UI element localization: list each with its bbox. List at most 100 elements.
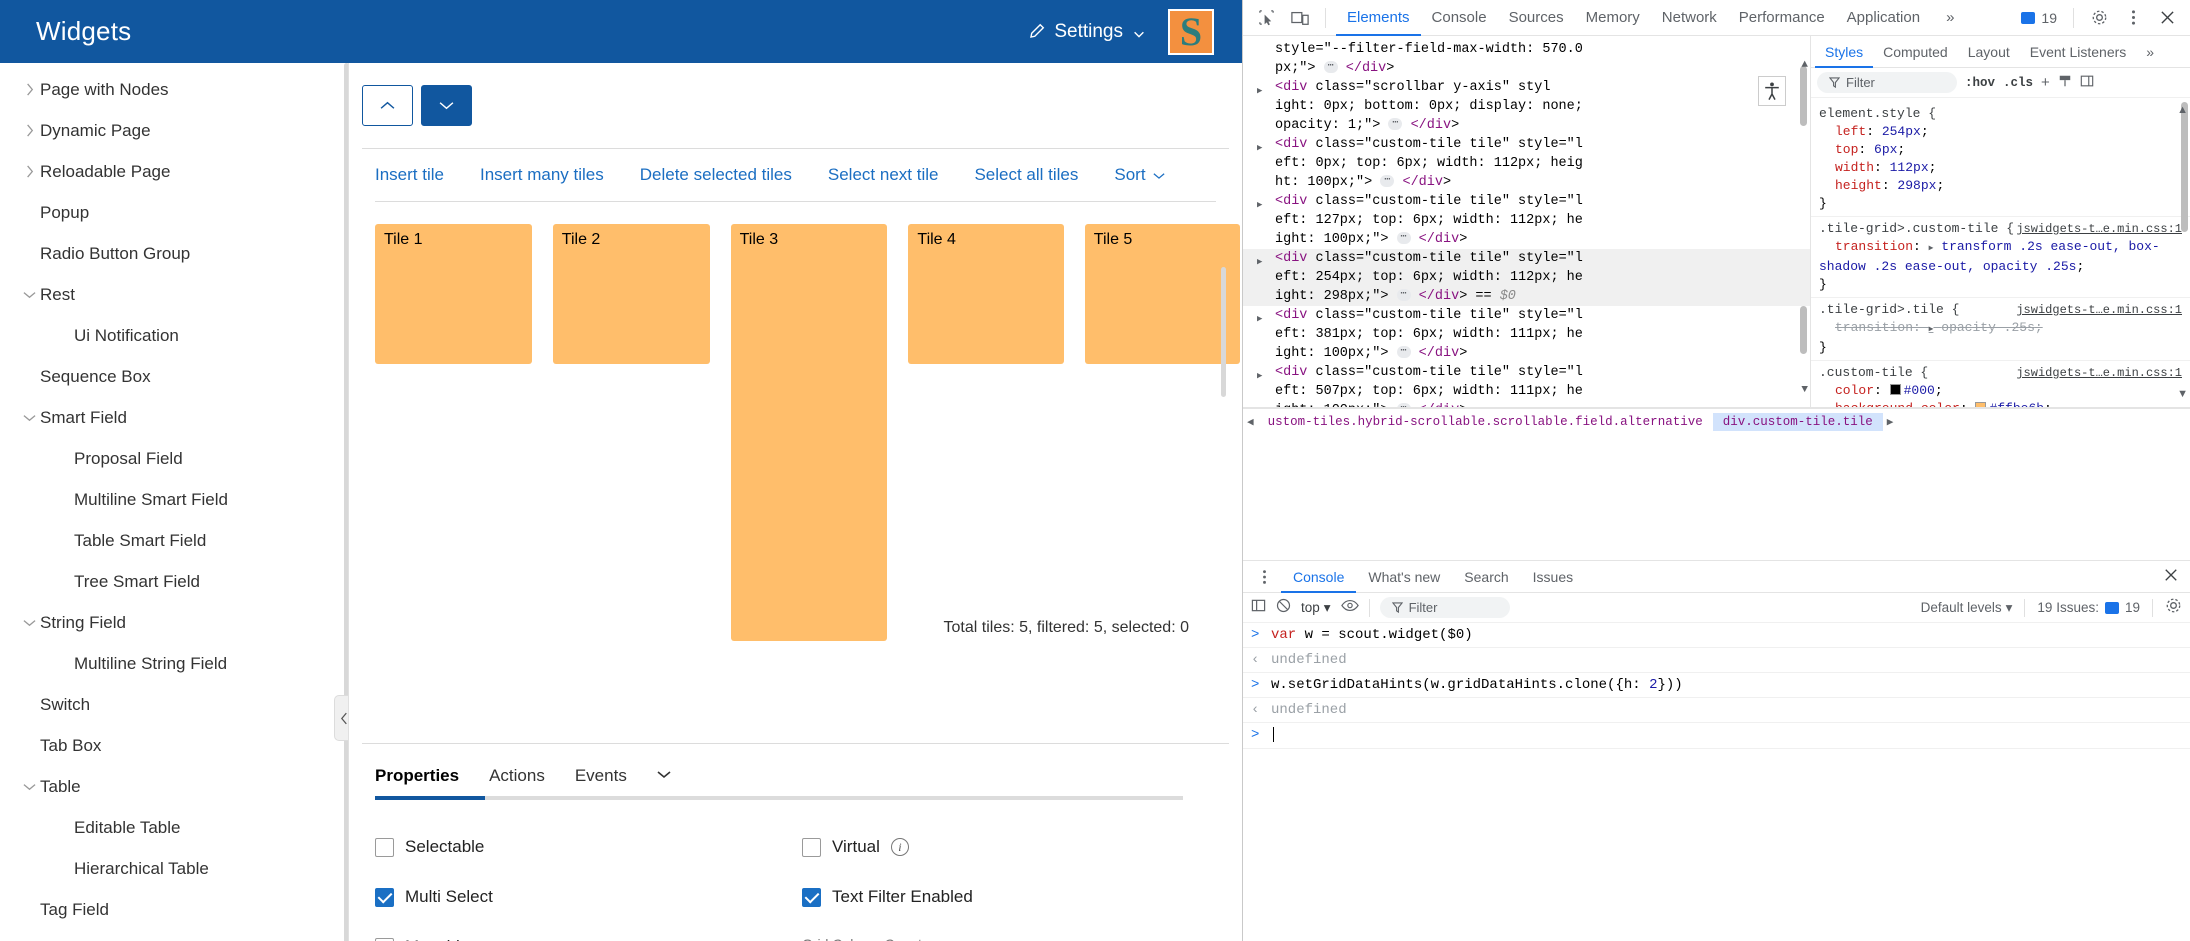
- chevron-right-icon[interactable]: [18, 165, 40, 178]
- chevron-down-icon[interactable]: [18, 412, 40, 423]
- clear-console-icon[interactable]: [1276, 598, 1291, 617]
- console-input-row[interactable]: > w.setGridDataHints(w.gridDataHints.clon…: [1243, 673, 2190, 698]
- drawer-tab-search[interactable]: Search: [1452, 561, 1520, 593]
- menu-sort[interactable]: Sort: [1114, 165, 1165, 185]
- dom-node-line[interactable]: ▶ <div class="custom-tile tile" style="l: [1243, 249, 1810, 268]
- chevron-right-icon[interactable]: [18, 83, 40, 96]
- dom-tree-pane[interactable]: style="--filter-field-max-width: 570.0 px…: [1243, 36, 1810, 407]
- log-levels-selector[interactable]: Default levels ▾: [1921, 600, 2013, 616]
- checkbox-virtual[interactable]: [802, 837, 821, 857]
- breadcrumb-item[interactable]: ustom-tiles.hybrid-scrollable.scrollable…: [1258, 413, 1713, 431]
- css-declaration[interactable]: width: 112px;: [1819, 159, 2182, 177]
- tile-grid-scrollbar[interactable]: [1221, 267, 1226, 397]
- sidebar-item-multiline-smart-field[interactable]: Multiline Smart Field: [0, 479, 348, 520]
- tile-item[interactable]: Tile 2: [552, 224, 710, 364]
- console-sidebar-icon[interactable]: [1251, 598, 1266, 617]
- css-declaration[interactable]: transition: ▶ opacity .25s;: [1819, 319, 2182, 339]
- sidebar-item-rest[interactable]: Rest: [0, 274, 348, 315]
- sidebar-item-page-with-nodes[interactable]: Page with Nodes: [0, 69, 348, 110]
- css-declaration[interactable]: top: 6px;: [1819, 141, 2182, 159]
- close-drawer-icon[interactable]: [2164, 567, 2190, 587]
- console-input-row[interactable]: > var w = scout.widget($0): [1243, 623, 2190, 648]
- drawer-tab-what-s-new[interactable]: What's new: [1356, 561, 1452, 593]
- menu-select-all-tiles[interactable]: Select all tiles: [974, 165, 1078, 185]
- close-devtools-icon[interactable]: [2152, 4, 2182, 32]
- styles-tab-layout[interactable]: Layout: [1958, 36, 2020, 68]
- console-input[interactable]: [1271, 727, 1274, 744]
- css-rule[interactable]: jswidgets-t…e.min.css:1 .custom-tile {col…: [1811, 361, 2190, 407]
- console-prompt-row[interactable]: >: [1243, 723, 2190, 749]
- css-declaration[interactable]: height: 298px;: [1819, 177, 2182, 195]
- styles-scrollbar[interactable]: [2181, 102, 2188, 402]
- toggle-sidebar-icon[interactable]: [2080, 74, 2094, 92]
- css-source-link[interactable]: jswidgets-t…e.min.css:1: [2016, 364, 2182, 382]
- css-declaration[interactable]: transition: ▶ transform .2s ease-out, bo…: [1819, 238, 2182, 276]
- dom-node-line[interactable]: eft: 381px; top: 6px; width: 111px; he: [1243, 325, 1810, 344]
- more-tabs-chevron-icon[interactable]: [657, 766, 671, 796]
- sidebar-item-radio-button-group[interactable]: Radio Button Group: [0, 233, 348, 274]
- checkbox-selectable[interactable]: [375, 837, 394, 857]
- css-declaration[interactable]: left: 254px;: [1819, 123, 2182, 141]
- devtools-tab-memory[interactable]: Memory: [1575, 0, 1651, 36]
- more-options-icon[interactable]: [2118, 4, 2148, 32]
- gear-icon[interactable]: [2084, 4, 2114, 32]
- issues-count-chip[interactable]: 19: [2015, 10, 2063, 26]
- dom-node-line[interactable]: ▶ <div class="custom-tile tile" style="l: [1243, 135, 1810, 154]
- sidebar-item-tag-field[interactable]: Tag Field: [0, 889, 348, 930]
- devtools-tab-elements[interactable]: Elements: [1336, 0, 1421, 36]
- dom-node-line[interactable]: eft: 254px; top: 6px; width: 112px; he: [1243, 268, 1810, 287]
- drawer-tab-issues[interactable]: Issues: [1521, 561, 1585, 593]
- dom-node-line[interactable]: ight: 0px; bottom: 0px; display: none;: [1243, 97, 1810, 116]
- settings-menu-button[interactable]: Settings: [1028, 21, 1146, 43]
- chevron-right-icon[interactable]: [18, 124, 40, 137]
- tile-item[interactable]: Tile 3: [730, 224, 888, 642]
- color-swatch[interactable]: [1975, 402, 1987, 407]
- dom-node-line[interactable]: ▶ <div class="custom-tile tile" style="l: [1243, 192, 1810, 211]
- dom-node-line[interactable]: ▶ <div class="custom-tile tile" style="l: [1243, 363, 1810, 382]
- tile-grid[interactable]: Tile 1 Tile 2 Tile 3 Tile 4 Tile 5: [375, 224, 1241, 642]
- devtools-tab-sources[interactable]: Sources: [1498, 0, 1575, 36]
- chevron-down-icon[interactable]: [18, 289, 40, 300]
- scroll-up-arrow-icon[interactable]: ▲: [1801, 56, 1808, 75]
- styles-tab-styles[interactable]: Styles: [1815, 36, 1873, 68]
- sidebar-item-tab-box[interactable]: Tab Box: [0, 725, 348, 766]
- console-filter-input[interactable]: Filter: [1379, 597, 1510, 618]
- breadcrumb-prev-icon[interactable]: ◀: [1243, 415, 1258, 429]
- new-style-rule-icon[interactable]: +: [2041, 74, 2050, 91]
- sidebar-item-table-smart-field[interactable]: Table Smart Field: [0, 520, 348, 561]
- devtools-tab-network[interactable]: Network: [1651, 0, 1728, 36]
- styles-tab-event-listeners[interactable]: Event Listeners: [2020, 36, 2137, 68]
- dom-node-line[interactable]: ight: 100px;"> ⋯ </div>: [1243, 344, 1810, 363]
- sidebar-item-editable-table[interactable]: Editable Table: [0, 807, 348, 848]
- styles-computed-icon[interactable]: [2058, 74, 2072, 92]
- tile-item[interactable]: Tile 1: [375, 224, 532, 364]
- more-tabs-button[interactable]: »: [1935, 0, 1965, 36]
- sidebar-item-switch[interactable]: Switch: [0, 684, 348, 725]
- expand-triangle-icon[interactable]: ▶: [1929, 244, 1934, 253]
- styles-filter-input[interactable]: Filter: [1817, 72, 1957, 93]
- dom-node-line[interactable]: ight: 100px;"> ⋯ </div>: [1243, 401, 1810, 407]
- css-declaration[interactable]: color: #000;: [1819, 382, 2182, 400]
- sidebar-item-sequence-box[interactable]: Sequence Box: [0, 356, 348, 397]
- dom-node-line[interactable]: ight: 100px;"> ⋯ </div>: [1243, 230, 1810, 249]
- dom-node-line[interactable]: ight: 298px;"> ⋯ </div> == $0: [1243, 287, 1810, 306]
- dom-node-line[interactable]: px;"> ⋯ </div>: [1243, 59, 1810, 78]
- sidebar-item-dynamic-page[interactable]: Dynamic Page: [0, 110, 348, 151]
- breadcrumb-next-icon[interactable]: ▶: [1883, 415, 1898, 429]
- menu-insert-many-tiles[interactable]: Insert many tiles: [480, 165, 604, 185]
- chevron-down-icon[interactable]: [18, 617, 40, 628]
- css-source-link[interactable]: jswidgets-t…e.min.css:1: [2016, 301, 2182, 319]
- tile-item[interactable]: Tile 4: [908, 224, 1064, 364]
- sidebar-item-popup[interactable]: Popup: [0, 192, 348, 233]
- styles-scroll-down-icon[interactable]: ▼: [2177, 388, 2188, 400]
- sidebar-item-smart-field[interactable]: Smart Field: [0, 397, 348, 438]
- dom-node-line[interactable]: opacity: 1;"> ⋯ </div>: [1243, 116, 1810, 135]
- drawer-more-options-icon[interactable]: [1249, 563, 1279, 591]
- checkbox-row-movable[interactable]: Movable: [375, 922, 802, 941]
- sidebar-item-ui-notification[interactable]: Ui Notification: [0, 315, 348, 356]
- checkbox-row-virtual[interactable]: Virtual i: [802, 822, 1229, 872]
- dom-scrollbar[interactable]: [1800, 54, 1807, 394]
- device-toolbar-icon[interactable]: [1285, 4, 1315, 32]
- css-rule[interactable]: element.style {left: 254px; top: 6px; widt…: [1811, 102, 2190, 217]
- live-expression-eye-icon[interactable]: [1340, 599, 1359, 616]
